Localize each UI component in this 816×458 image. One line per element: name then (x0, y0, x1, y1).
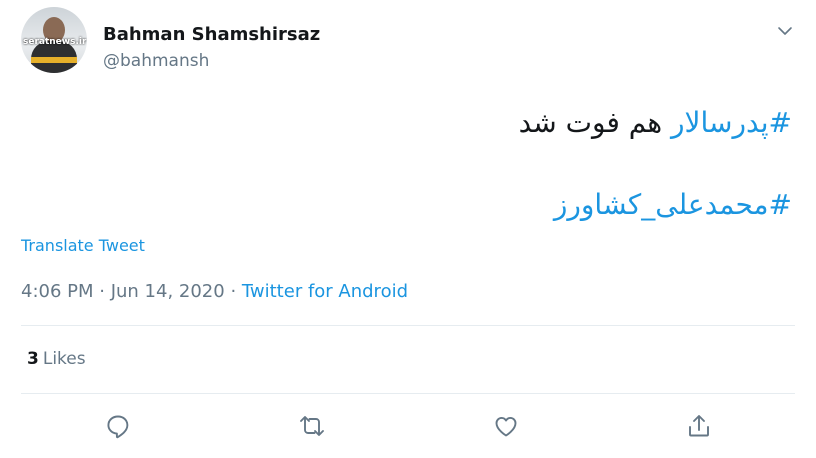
reply-icon[interactable] (104, 412, 132, 440)
author-display-name[interactable]: Bahman Shamshirsaz (103, 24, 320, 45)
share-icon[interactable] (685, 412, 713, 440)
tweet-date[interactable]: Jun 14, 2020 (111, 281, 225, 302)
chevron-down-icon[interactable] (776, 22, 794, 40)
avatar-watermark: seratnews.ir (23, 37, 87, 47)
avatar[interactable]: seratnews.ir (21, 7, 87, 73)
tweet-time[interactable]: 4:06 PM (21, 281, 94, 302)
tweet-text-line-1: #پدرسالار هم فوت شد (519, 106, 792, 139)
heart-icon[interactable] (492, 412, 520, 440)
tweet-meta: 4:06 PM · Jun 14, 2020 · Twitter for And… (21, 281, 408, 302)
likes-label: Likes (42, 349, 86, 369)
avatar-stripe (31, 57, 77, 63)
tweet-card: seratnews.ir Bahman Shamshirsaz @bahmans… (0, 0, 816, 458)
tweet-text: هم فوت شد (518, 106, 672, 139)
divider (21, 325, 795, 326)
likes-stat[interactable]: 3 Likes (27, 349, 86, 369)
divider (21, 393, 795, 394)
hashtag-link[interactable]: #محمدعلی_کشاورز (554, 188, 792, 221)
meta-separator: · (224, 281, 242, 302)
translate-tweet-link[interactable]: Translate Tweet (21, 236, 145, 255)
tweet-text-line-2: #محمدعلی_کشاورز (554, 188, 792, 221)
likes-count: 3 (27, 349, 39, 369)
retweet-icon[interactable] (298, 412, 326, 440)
meta-separator: · (93, 281, 111, 302)
author-handle[interactable]: @bahmansh (103, 51, 209, 71)
hashtag-link[interactable]: #پدرسالار (671, 106, 792, 139)
tweet-source-link[interactable]: Twitter for Android (242, 281, 408, 302)
